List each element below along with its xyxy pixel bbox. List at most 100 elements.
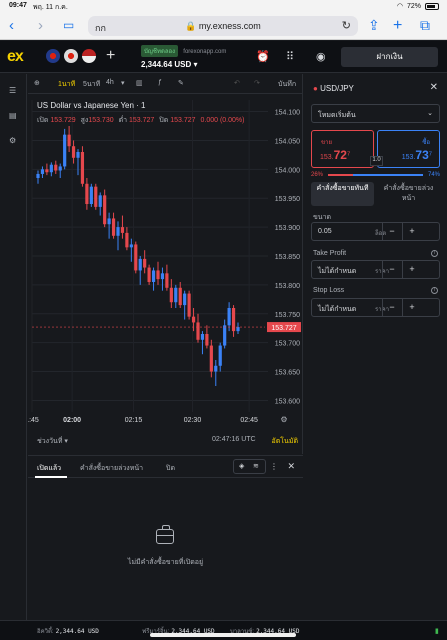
candle-body [214,365,218,372]
x-tick-label: 02:45 [240,417,258,424]
settings-icon[interactable]: ⚙ [9,136,16,145]
timeframe-5m[interactable]: 5นาที [83,79,100,90]
candle-body [151,270,156,282]
bookmarks-icon[interactable]: ▭ [63,18,74,33]
high-value: 153.730 [88,117,114,124]
sell-button[interactable]: ขาย 153.727 [311,130,374,168]
candle-body [218,345,222,366]
new-tab-icon[interactable]: + [393,17,402,35]
menu-icon[interactable]: ☰ [9,86,16,95]
take-profit-label: Take Profit [313,250,347,257]
candle-body [191,316,196,323]
chart-settings-icon[interactable]: ⚙ [280,415,287,424]
mode-select[interactable]: โหมดเริ่มต้น ⌄ [311,104,440,123]
sl-decrease-button[interactable]: − [382,299,401,316]
more-icon[interactable]: ⋮ [270,462,278,471]
instrument-tab-icon[interactable] [64,49,78,63]
positions-panel: เปิดแล้ว คำสั่งซื้อขายล่วงหน้า ปิด ◈ ≋ ⋮… [28,455,303,620]
share-icon[interactable]: ⇪ [368,17,380,34]
candle-body [231,308,236,332]
indicators-icon[interactable]: ƒ [158,79,162,86]
tab-closed[interactable]: ปิด [166,463,175,474]
stop-loss-label: Stop Loss [313,287,345,294]
y-tick-label: 153.650 [275,370,300,377]
chart-type-icon[interactable]: ▥ [136,79,143,87]
timeframe-chevron-icon[interactable]: ▾ [121,79,125,87]
candle-body [174,287,178,303]
left-rail: ☰ ▤ ⚙ [0,74,27,620]
drawing-icon[interactable]: ✎ [178,79,184,87]
apps-grid-icon[interactable]: ⠿ [286,50,294,63]
candlestick-chart[interactable]: 154.100 154.050 154.000 153.950 153.900 153.8… [28,94,303,434]
stop-loss-field[interactable]: ไม่ได้กำหนด ราคา − + [311,298,440,317]
status-date: พฤ. 11 ก.ค. [33,4,68,11]
date-range-selector[interactable]: ช่วงวันที่ ▾ [37,436,68,447]
tabs-icon[interactable]: ⧉ [420,17,430,34]
timeframe-1m[interactable]: 1นาที [58,79,75,90]
sell-price: 153.727 [320,148,351,162]
eye-icon[interactable]: ◈ [239,462,244,470]
instrument-tab-icon[interactable] [82,49,96,63]
close-icon[interactable]: ✕ [287,461,295,472]
address-bar[interactable]: กก 🔒 my.exness.com ↻ [88,16,358,36]
redo-icon[interactable]: ↷ [254,79,260,87]
browser-toolbar: ‹ › ▭ กก 🔒 my.exness.com ↻ ⇪ + ⧉ [0,13,447,40]
calendar-icon[interactable]: ▤ [9,111,17,120]
candle-body [40,169,45,174]
tab-market-order[interactable]: คำสั่งซื้อขายทันที [311,182,374,206]
wifi-icon: ◠ [396,3,403,10]
info-icon[interactable]: i [431,287,438,294]
battery-percent: 72% [406,2,421,10]
server-label: forexonapp.com [183,49,227,55]
tab-open[interactable]: เปิดแล้ว [37,463,61,474]
profile-icon[interactable]: ◉ [316,50,326,63]
instrument-tab-icon[interactable] [46,49,60,63]
y-tick-label: 153.600 [275,398,300,405]
account-selector[interactable]: บัญชีทดลอง forexonapp.com 2,344.64 USD ▾ [141,45,226,69]
change-value: 0.000 (0.00%) [200,117,245,124]
tp-increase-button[interactable]: + [402,261,421,278]
alarm-icon[interactable]: ⏰ [256,50,270,63]
layers-icon[interactable]: ≋ [253,462,259,470]
add-instrument-icon[interactable]: + [106,47,115,65]
forward-icon[interactable]: › [38,18,43,33]
tab-pending[interactable]: คำสั่งซื้อขายล่วงหน้า [80,463,143,474]
exness-logo[interactable]: ex [7,48,24,66]
volume-decrease-button[interactable]: − [382,223,401,240]
candle-body [85,183,89,204]
view-toggle[interactable]: ◈ ≋ [233,459,266,474]
spread-badge: 1.0 [370,156,383,166]
auto-scale-button[interactable]: อัตโนมัติ [272,436,298,447]
timeframe-4h[interactable]: 4h [106,79,114,86]
add-indicator-icon[interactable]: ⊕ [34,79,40,87]
save-layout-button[interactable]: บันทึก [278,79,296,90]
buy-percent: 74% [427,172,440,178]
candle-body [80,152,85,184]
sl-increase-button[interactable]: + [402,299,421,316]
back-icon[interactable]: ‹ [9,18,14,33]
candle-body [143,258,147,268]
candle-body [134,244,138,271]
order-panel: ● USD/JPY ✕ โหมดเริ่มต้น ⌄ ขาย 153.727 ซ… [304,74,447,620]
y-tick-label: 153.750 [275,312,300,319]
low-value: 153.727 [129,117,155,124]
deposit-button[interactable]: ฝากเงิน [341,47,438,67]
candle-body [63,134,67,167]
volume-field[interactable]: 0.05 ล็อต − + [311,222,440,241]
chart-area: ⊕ 1นาที 5นาที 4h ▾ ▥ ƒ ✎ ↶ ↷ บันทึก 154.… [28,74,303,454]
candle-body [120,227,125,233]
close-icon[interactable]: ✕ [430,82,438,93]
candle-body [223,325,227,346]
reload-icon[interactable]: ↻ [342,19,351,32]
volume-increase-button[interactable]: + [402,223,421,240]
equity: อิควิตี้: 2,344.64 USD [37,628,99,635]
info-icon[interactable]: i [431,250,438,257]
tp-decrease-button[interactable]: − [382,261,401,278]
candle-body [156,270,160,280]
sentiment-bar: 26% 74% [311,172,440,178]
undo-icon[interactable]: ↶ [234,79,240,87]
buy-button[interactable]: ซื้อ 153.737 [377,130,440,168]
tab-pending-order[interactable]: คำสั่งซื้อขายล่วงหน้า [377,182,440,206]
take-profit-field[interactable]: ไม่ได้กำหนด ราคา − + [311,260,440,279]
candle-body [196,322,200,340]
